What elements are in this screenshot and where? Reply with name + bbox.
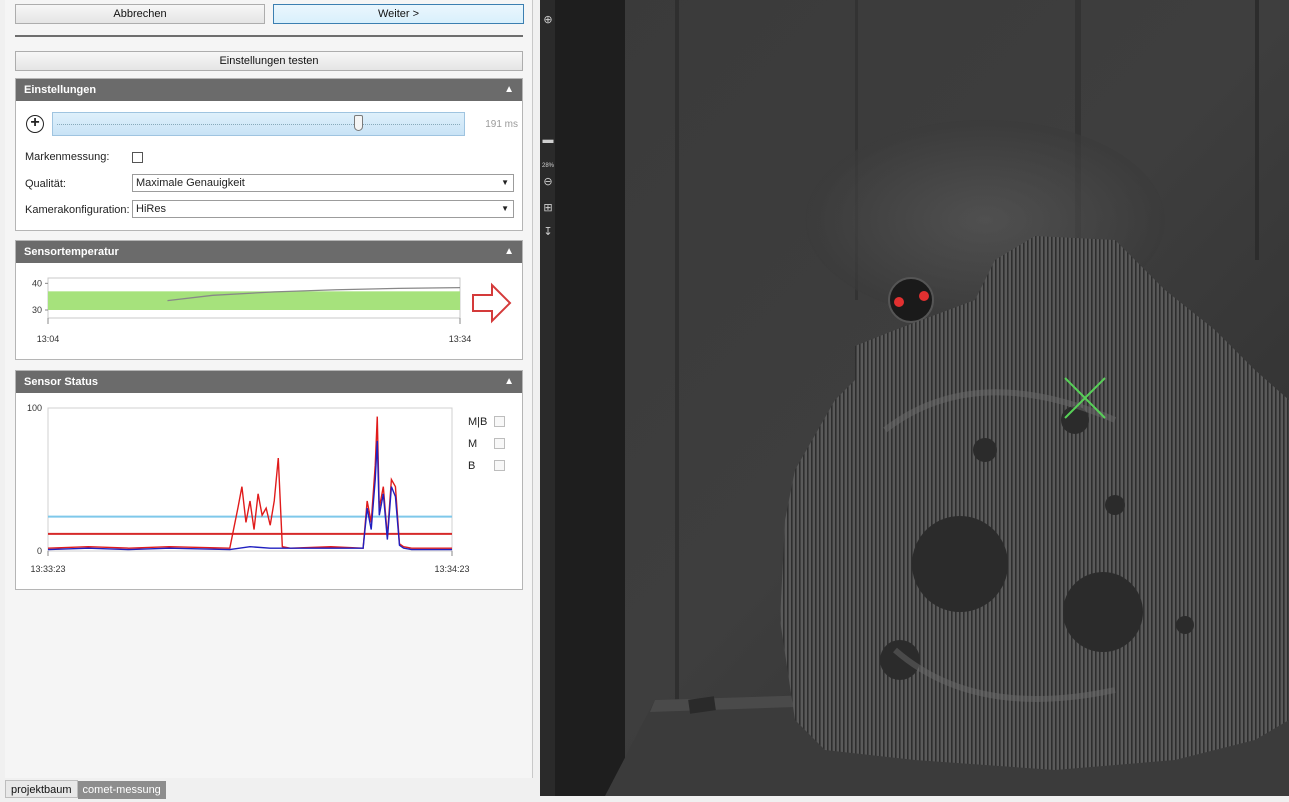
collapse-icon[interactable]: ▲ [504, 79, 514, 101]
temperature-chart: 30 40 13:04 13:34 [32, 277, 512, 344]
marker-label: Markenmessung: [25, 151, 110, 163]
legend-b-label: B [468, 460, 476, 472]
legend-b-checkbox[interactable] [494, 460, 505, 471]
sensor-temperature-section: Sensortemperatur ▲ 30 40 13:04 13:34 [15, 240, 523, 360]
marker-checkbox[interactable] [132, 152, 143, 163]
y-tick-label: 30 [32, 305, 42, 315]
dropdown-arrow-icon: ▼ [501, 178, 509, 187]
quality-select[interactable]: Maximale Genauigkeit ▼ [132, 174, 514, 192]
tab-projektbaum[interactable]: projektbaum [5, 780, 78, 798]
x-tick-label: 13:33:23 [30, 564, 65, 574]
temperature-range-band [48, 291, 460, 310]
slider-thumb[interactable] [354, 115, 363, 131]
arrow-right-icon [472, 282, 512, 324]
status-chart: 0 100 13:33:23 13:34:23 [27, 403, 470, 574]
camera-label: Kamerakonfiguration: [25, 204, 130, 216]
legend-mb-checkbox[interactable] [494, 416, 505, 427]
sensor-temperature-title: Sensortemperatur [24, 246, 119, 258]
tab-comet-messung[interactable]: comet-messung [77, 781, 166, 799]
sensor-status-section: Sensor Status ▲ 0 100 13:33:23 13:34:23 M|B… [15, 370, 523, 590]
bottom-tab-bar: projektbaum comet-messung [5, 780, 166, 799]
settings-section: Einstellungen ▲ + 191 ms Markenmessung: … [15, 78, 523, 231]
slider-ticks [57, 124, 460, 125]
legend-m-checkbox[interactable] [494, 438, 505, 449]
exposure-value: 191 ms [485, 119, 518, 130]
x-tick-label: 13:04 [37, 334, 60, 344]
zoom-out-icon[interactable]: ⊖ [542, 176, 554, 188]
camera-value: HiRes [136, 203, 166, 215]
camera-image [555, 0, 1289, 796]
legend-mb-label: M|B [468, 416, 488, 428]
zoom-in-icon[interactable]: ⊕ [542, 14, 554, 26]
sensor-status-header[interactable]: Sensor Status ▲ [16, 371, 522, 393]
collapse-icon[interactable]: ▲ [504, 241, 514, 263]
zoom-slider-handle[interactable]: ▬ [542, 134, 554, 146]
cancel-button[interactable]: Abbrechen [15, 4, 265, 24]
test-settings-button[interactable]: Einstellungen testen [15, 51, 523, 71]
camera-select[interactable]: HiRes ▼ [132, 200, 514, 218]
sensor-temperature-header[interactable]: Sensortemperatur ▲ [16, 241, 522, 263]
y-tick-label: 100 [27, 403, 42, 413]
next-button[interactable]: Weiter > [273, 4, 524, 24]
collapse-icon[interactable]: ▲ [504, 371, 514, 393]
settings-title: Einstellungen [24, 84, 97, 96]
quality-value: Maximale Genauigkeit [136, 177, 245, 189]
sensor-status-title: Sensor Status [24, 376, 98, 388]
x-tick-label: 13:34 [449, 334, 472, 344]
separator [15, 35, 523, 37]
exposure-slider[interactable] [52, 112, 465, 136]
camera-view[interactable] [555, 0, 1289, 796]
export-icon[interactable]: ↧ [542, 226, 554, 238]
legend-m-label: M [468, 438, 478, 450]
settings-panel: Abbrechen Weiter > Einstellungen testen … [5, 0, 533, 778]
zoom-level: 28% [542, 163, 555, 169]
settings-header[interactable]: Einstellungen ▲ [16, 79, 522, 101]
add-icon[interactable]: + [26, 115, 44, 133]
y-tick-label: 0 [37, 546, 42, 556]
quality-label: Qualität: [25, 178, 66, 190]
viewer-toolbar: ⊕ ▬ 28% ⊖ ⊞ ↧ [540, 0, 555, 796]
y-tick-label: 40 [32, 278, 42, 288]
fit-view-icon[interactable]: ⊞ [542, 202, 554, 214]
dropdown-arrow-icon: ▼ [501, 204, 509, 213]
x-tick-label: 13:34:23 [434, 564, 469, 574]
